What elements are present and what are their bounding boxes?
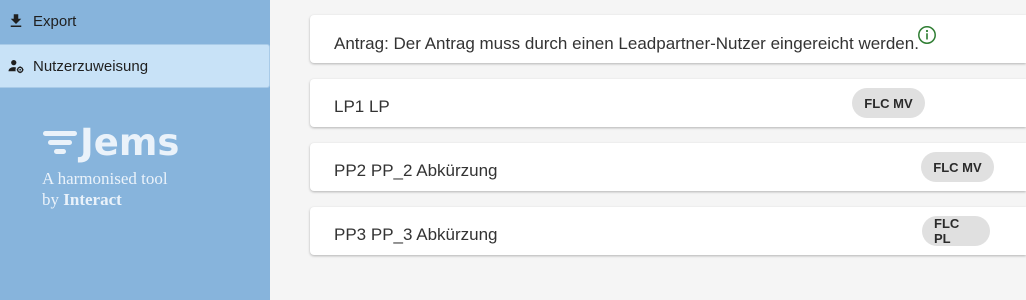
app-root: Export Nutzerzuweisung Jems A harmonised… bbox=[0, 0, 1026, 300]
brand-tagline-org: Interact bbox=[63, 190, 122, 209]
sidebar-item-nutzerzuweisung[interactable]: Nutzerzuweisung bbox=[0, 44, 270, 88]
info-icon[interactable] bbox=[917, 25, 937, 45]
brand-tagline-by: by bbox=[42, 190, 59, 209]
brand-tagline-line1: A harmonised tool bbox=[42, 169, 168, 188]
notice-card: Antrag: Der Antrag muss durch einen Lead… bbox=[310, 15, 1026, 63]
user-settings-icon bbox=[7, 57, 25, 75]
sidebar-item-label: Export bbox=[33, 12, 77, 30]
partner-card[interactable]: PP3 PP_3 Abkürzung FLC PL bbox=[310, 207, 1026, 255]
flc-chip[interactable]: FLC PL bbox=[922, 216, 990, 246]
partner-label: LP1 LP bbox=[334, 97, 390, 116]
flc-chip[interactable]: FLC MV bbox=[852, 88, 925, 118]
sidebar-item-export[interactable]: Export bbox=[0, 0, 270, 42]
brand-logo: Jems bbox=[42, 120, 242, 164]
partner-card[interactable]: LP1 LP FLC MV bbox=[310, 79, 1026, 127]
notice-text: Antrag: Der Antrag muss durch einen Lead… bbox=[334, 34, 919, 53]
jems-logo-icon bbox=[43, 131, 77, 154]
download-icon bbox=[7, 12, 25, 30]
sidebar-item-label: Nutzerzuweisung bbox=[33, 57, 149, 75]
brand-name: Jems bbox=[80, 120, 180, 164]
brand-tagline: A harmonised tool by Interact bbox=[42, 168, 242, 210]
partner-card[interactable]: PP2 PP_2 Abkürzung FLC MV bbox=[310, 143, 1026, 191]
partner-label: PP3 PP_3 Abkürzung bbox=[334, 225, 498, 244]
partner-label: PP2 PP_2 Abkürzung bbox=[334, 161, 498, 180]
brand-tagline-line2: by Interact bbox=[42, 189, 242, 210]
sidebar: Export Nutzerzuweisung Jems A harmonised… bbox=[0, 0, 270, 300]
brand-logo-block: Jems A harmonised tool by Interact bbox=[42, 120, 242, 220]
flc-chip[interactable]: FLC MV bbox=[921, 152, 994, 182]
